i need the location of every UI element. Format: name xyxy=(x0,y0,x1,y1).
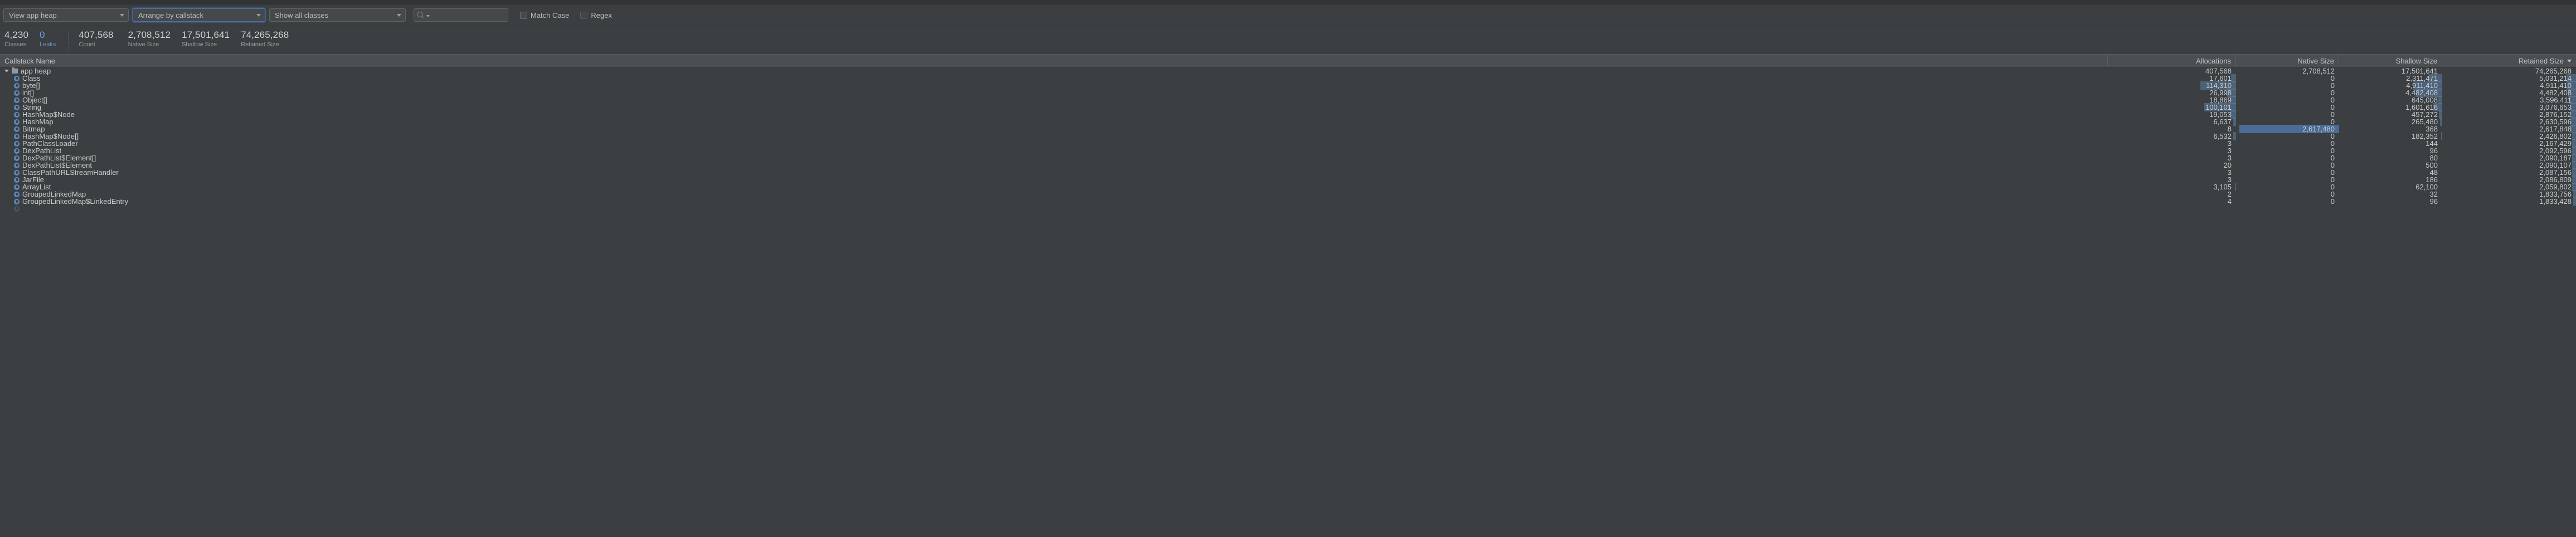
chevron-down-icon xyxy=(256,13,261,17)
regex-checkbox[interactable]: Regex xyxy=(580,11,612,19)
cell-native-size-value: 0 xyxy=(2330,197,2335,206)
search-options-chevron-icon[interactable] xyxy=(426,15,430,17)
table-row[interactable]: GroupedLinkedMap$LinkedEntry 4 0 96 1,833,42… xyxy=(0,197,2576,206)
cell-shallow-size: 96 xyxy=(2339,197,2442,206)
memory-profiler-heap-view: View app heap Arrange by callstack Show … xyxy=(0,0,2576,537)
column-header-retained-size[interactable]: Retained Size xyxy=(2442,55,2576,67)
class-icon xyxy=(14,104,20,110)
classes-filter-select[interactable]: Show all classes xyxy=(269,8,406,22)
search-icon xyxy=(417,11,425,19)
column-header-shallow-size[interactable]: Shallow Size xyxy=(2339,55,2442,67)
stat-leaks[interactable]: 0 Leaks xyxy=(40,30,56,48)
cell-native-size: 0 xyxy=(2236,197,2339,206)
class-icon xyxy=(14,177,20,183)
column-header-name[interactable]: Callstack Name xyxy=(0,55,2108,67)
table-row-partial[interactable] xyxy=(0,205,2576,212)
cell-shallow-size-value: 96 xyxy=(2429,197,2438,206)
stat-shallow-size: 17,501,641 Shallow Size xyxy=(182,30,230,48)
stats-divider xyxy=(68,31,69,52)
cell-callstack-name xyxy=(0,206,2576,212)
class-icon xyxy=(14,191,20,197)
class-icon xyxy=(14,140,20,147)
match-case-label: Match Case xyxy=(531,11,570,19)
stat-native-size-label: Native Size xyxy=(128,41,159,48)
stat-shallow-size-label: Shallow Size xyxy=(182,41,217,48)
folder-icon xyxy=(12,67,18,74)
column-header-allocations[interactable]: Allocations xyxy=(2108,55,2236,67)
cell-native-size-value: 2,617,480 xyxy=(2302,125,2335,133)
class-icon xyxy=(14,155,20,161)
expand-triangle-icon[interactable] xyxy=(4,70,9,72)
table-body: app heap 407,568 2,708,512 17,501,641 74,265… xyxy=(0,67,2576,537)
value-bar xyxy=(2573,197,2576,206)
class-icon xyxy=(14,148,20,154)
stat-leaks-value: 0 xyxy=(40,30,45,40)
cell-retained-size-value: 1,833,428 xyxy=(2539,197,2572,206)
class-icon xyxy=(14,133,20,139)
search-box[interactable] xyxy=(414,8,529,22)
chevron-down-icon xyxy=(397,13,401,17)
window-top-strip xyxy=(0,0,2576,4)
stat-retained-size-value: 74,265,268 xyxy=(241,30,289,40)
stat-native-size-value: 2,708,512 xyxy=(128,30,171,40)
sort-desc-icon xyxy=(2567,59,2572,62)
regex-label: Regex xyxy=(591,11,612,19)
column-header-shallow-size-label: Shallow Size xyxy=(2395,56,2437,65)
row-name-label: GroupedLinkedMap$LinkedEntry xyxy=(22,197,129,206)
stat-classes: 4,230 Classes xyxy=(4,30,28,48)
stat-classes-label: Classes xyxy=(4,41,27,48)
cell-callstack-name: GroupedLinkedMap$LinkedEntry xyxy=(0,197,2108,206)
class-icon xyxy=(14,97,20,103)
class-icon xyxy=(14,184,20,190)
table-header-row: Callstack Name Allocations Native Size S… xyxy=(0,54,2576,67)
callstack-table: Callstack Name Allocations Native Size S… xyxy=(0,54,2576,537)
checkbox-box-icon xyxy=(520,11,527,19)
chevron-down-icon xyxy=(120,13,124,17)
search-input[interactable] xyxy=(431,11,529,19)
cell-allocations: 4 xyxy=(2108,197,2236,206)
heap-toolbar: View app heap Arrange by callstack Show … xyxy=(0,4,2576,26)
heap-summary-stats: 4,230 Classes 0 Leaks 407,568 Count 2,70… xyxy=(0,26,2576,54)
stat-retained-size: 74,265,268 Retained Size xyxy=(241,30,289,48)
stat-count-value: 407,568 xyxy=(79,30,114,40)
class-icon xyxy=(14,198,20,204)
column-header-native-size-label: Native Size xyxy=(2297,56,2334,65)
heap-select-value: View app heap xyxy=(9,11,57,19)
class-icon xyxy=(14,162,20,168)
stat-native-size: 2,708,512 Native Size xyxy=(128,30,171,48)
arrange-select[interactable]: Arrange by callstack xyxy=(133,8,265,22)
stat-retained-size-label: Retained Size xyxy=(241,41,279,48)
class-icon xyxy=(14,90,20,96)
stat-count: 407,568 Count xyxy=(79,30,113,48)
column-header-native-size[interactable]: Native Size xyxy=(2236,55,2339,67)
class-icon xyxy=(14,206,20,212)
class-icon xyxy=(14,169,20,175)
arrange-select-value: Arrange by callstack xyxy=(138,11,204,19)
class-icon xyxy=(14,75,20,81)
class-icon xyxy=(14,82,20,89)
column-header-name-label: Callstack Name xyxy=(4,56,56,65)
column-header-allocations-label: Allocations xyxy=(2196,56,2231,65)
stat-shallow-size-value: 17,501,641 xyxy=(182,30,230,40)
classes-filter-value: Show all classes xyxy=(275,11,329,19)
class-icon xyxy=(14,111,20,118)
class-icon xyxy=(14,119,20,125)
stat-leaks-label: Leaks xyxy=(40,41,56,48)
stat-classes-value: 4,230 xyxy=(4,30,29,40)
heap-select[interactable]: View app heap xyxy=(3,8,129,22)
cell-allocations-value: 4 xyxy=(2227,197,2232,206)
stat-count-label: Count xyxy=(79,41,95,48)
cell-retained-size: 1,833,428 xyxy=(2442,197,2576,206)
match-case-checkbox[interactable]: Match Case xyxy=(520,11,569,19)
column-header-retained-size-label: Retained Size xyxy=(2519,56,2564,65)
cell-native-size-value: 2,708,512 xyxy=(2302,67,2335,75)
checkbox-box-icon xyxy=(580,11,588,19)
class-icon xyxy=(14,126,20,132)
